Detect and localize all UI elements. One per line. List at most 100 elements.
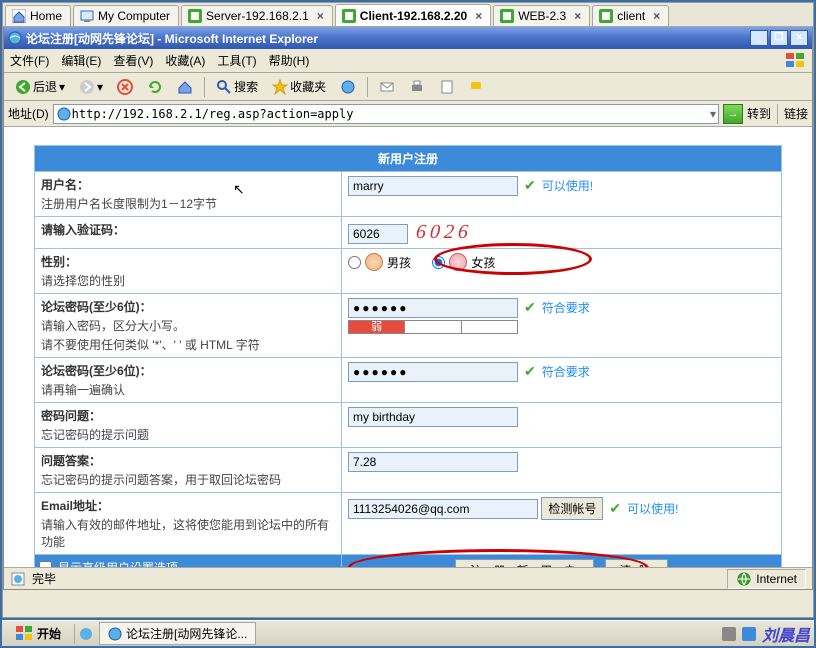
username-hint: 可以使用! — [542, 179, 593, 193]
gender-desc: 请选择您的性别 — [41, 272, 335, 289]
favorites-button[interactable]: 收藏夹 — [267, 75, 331, 98]
ie-statusbar: 完毕 Internet — [4, 567, 812, 589]
menu-view[interactable]: 查看(V) — [113, 52, 153, 69]
url-input[interactable] — [72, 107, 710, 121]
go-label: 转到 — [747, 105, 771, 122]
gender-label: 性别： — [41, 253, 335, 270]
close-button[interactable]: × — [790, 30, 808, 46]
menu-edit[interactable]: 编辑(E) — [61, 52, 101, 69]
question-input[interactable] — [348, 407, 518, 427]
vm-icon — [500, 9, 514, 23]
vm-icon — [342, 9, 356, 23]
home-button[interactable] — [172, 76, 198, 98]
tab-client20[interactable]: Client-192.168.2.20 × — [335, 4, 491, 26]
password-confirm-input[interactable] — [348, 362, 518, 382]
dropdown-icon[interactable]: ▾ — [710, 107, 716, 121]
media-icon — [340, 79, 356, 95]
captcha-label: 请输入验证码： — [41, 221, 335, 238]
home-icon — [12, 9, 26, 23]
tab-web23[interactable]: WEB-2.3 × — [493, 5, 590, 26]
address-box[interactable]: ▾ — [53, 104, 719, 124]
check-icon: ✔ — [524, 177, 536, 193]
print-button[interactable] — [404, 76, 430, 98]
forward-icon — [79, 79, 95, 95]
username-desc: 注册用户名长度限制为1－12字节 — [41, 195, 335, 212]
tray-icon[interactable] — [722, 627, 736, 641]
girl-radio[interactable] — [432, 256, 445, 269]
print-icon — [409, 79, 425, 95]
adv-checkbox[interactable] — [39, 561, 52, 567]
search-button[interactable]: 搜索 — [211, 75, 263, 98]
answer-input[interactable] — [348, 452, 518, 472]
gender-boy[interactable]: 男孩 — [348, 253, 411, 271]
check-email-button[interactable]: 检测帐号 — [541, 497, 603, 520]
refresh-icon — [147, 79, 163, 95]
email-input[interactable] — [348, 499, 538, 519]
gender-girl[interactable]: 女孩 — [432, 253, 495, 271]
discuss-button[interactable] — [464, 76, 490, 98]
forward-button[interactable]: ▾ — [74, 76, 108, 98]
internet-icon — [736, 571, 752, 587]
close-icon[interactable]: × — [574, 9, 581, 23]
start-button[interactable]: 开始 — [6, 622, 70, 646]
menu-help[interactable]: 帮助(H) — [269, 52, 310, 69]
windows-logo-icon — [784, 51, 808, 71]
discuss-icon — [469, 79, 485, 95]
password-input[interactable] — [348, 298, 518, 318]
boy-radio[interactable] — [348, 256, 361, 269]
menu-tools[interactable]: 工具(T) — [217, 52, 256, 69]
username-input[interactable] — [348, 176, 518, 196]
edit-button[interactable] — [434, 76, 460, 98]
captcha-input[interactable] — [348, 224, 408, 244]
boy-icon — [365, 253, 383, 271]
ie-window: 论坛注册[动网先锋论坛] - Microsoft Internet Explor… — [3, 27, 813, 590]
password-strength: 弱 — [348, 320, 518, 334]
submit-button[interactable]: 注 册 新 用 户 — [455, 559, 594, 567]
tray-icon[interactable] — [742, 627, 756, 641]
close-icon[interactable]: × — [475, 9, 482, 23]
home-icon — [177, 79, 193, 95]
edit-icon — [439, 79, 455, 95]
quicklaunch-icon[interactable] — [79, 627, 93, 641]
stop-button[interactable] — [112, 76, 138, 98]
taskbar-item[interactable]: 论坛注册[动网先锋论... — [99, 622, 256, 645]
check-icon: ✔ — [524, 363, 536, 379]
restore-button[interactable]: ❐ — [770, 30, 788, 46]
clear-button[interactable]: 清 除 — [605, 559, 668, 567]
mail-button[interactable] — [374, 76, 400, 98]
username-label: 用户名： — [41, 176, 335, 193]
close-icon[interactable]: × — [317, 9, 324, 23]
vm-icon — [599, 9, 613, 23]
back-icon — [15, 79, 31, 95]
computer-icon — [80, 9, 94, 23]
menu-file[interactable]: 文件(F) — [10, 52, 49, 69]
close-icon[interactable]: × — [653, 9, 660, 23]
zone-indicator: Internet — [727, 569, 806, 589]
minimize-button[interactable]: _ — [750, 30, 768, 46]
star-icon — [272, 79, 288, 95]
taskbar: 开始 论坛注册[动网先锋论... 刘晨昌 — [2, 620, 814, 646]
tab-client[interactable]: client × — [592, 5, 669, 26]
mail-icon — [379, 79, 395, 95]
email-label: Email地址： — [41, 497, 335, 514]
tab-home[interactable]: Home — [5, 5, 71, 26]
menu-fav[interactable]: 收藏(A) — [165, 52, 205, 69]
ie-titlebar: 论坛注册[动网先锋论坛] - Microsoft Internet Explor… — [4, 27, 812, 49]
stop-icon — [117, 79, 133, 95]
advanced-options[interactable]: 显示高级用户设置选项 — [39, 559, 337, 567]
go-button[interactable]: → — [723, 104, 743, 124]
links-label[interactable]: 链接 — [784, 105, 808, 122]
girl-icon — [449, 253, 467, 271]
tab-server[interactable]: Server-192.168.2.1 × — [181, 5, 333, 26]
address-bar: 地址(D) ▾ → 转到 链接 — [4, 101, 812, 127]
tab-mycomputer[interactable]: My Computer — [73, 5, 179, 26]
system-tray: 刘晨昌 — [722, 622, 810, 646]
refresh-button[interactable] — [142, 76, 168, 98]
ie-icon — [108, 627, 122, 641]
ie-menubar: 文件(F) 编辑(E) 查看(V) 收藏(A) 工具(T) 帮助(H) — [4, 49, 812, 73]
address-label: 地址(D) — [8, 105, 49, 122]
back-button[interactable]: 后退 ▾ — [10, 75, 70, 98]
media-button[interactable] — [335, 76, 361, 98]
vm-icon — [188, 9, 202, 23]
captcha-image: 6026 — [415, 221, 473, 244]
